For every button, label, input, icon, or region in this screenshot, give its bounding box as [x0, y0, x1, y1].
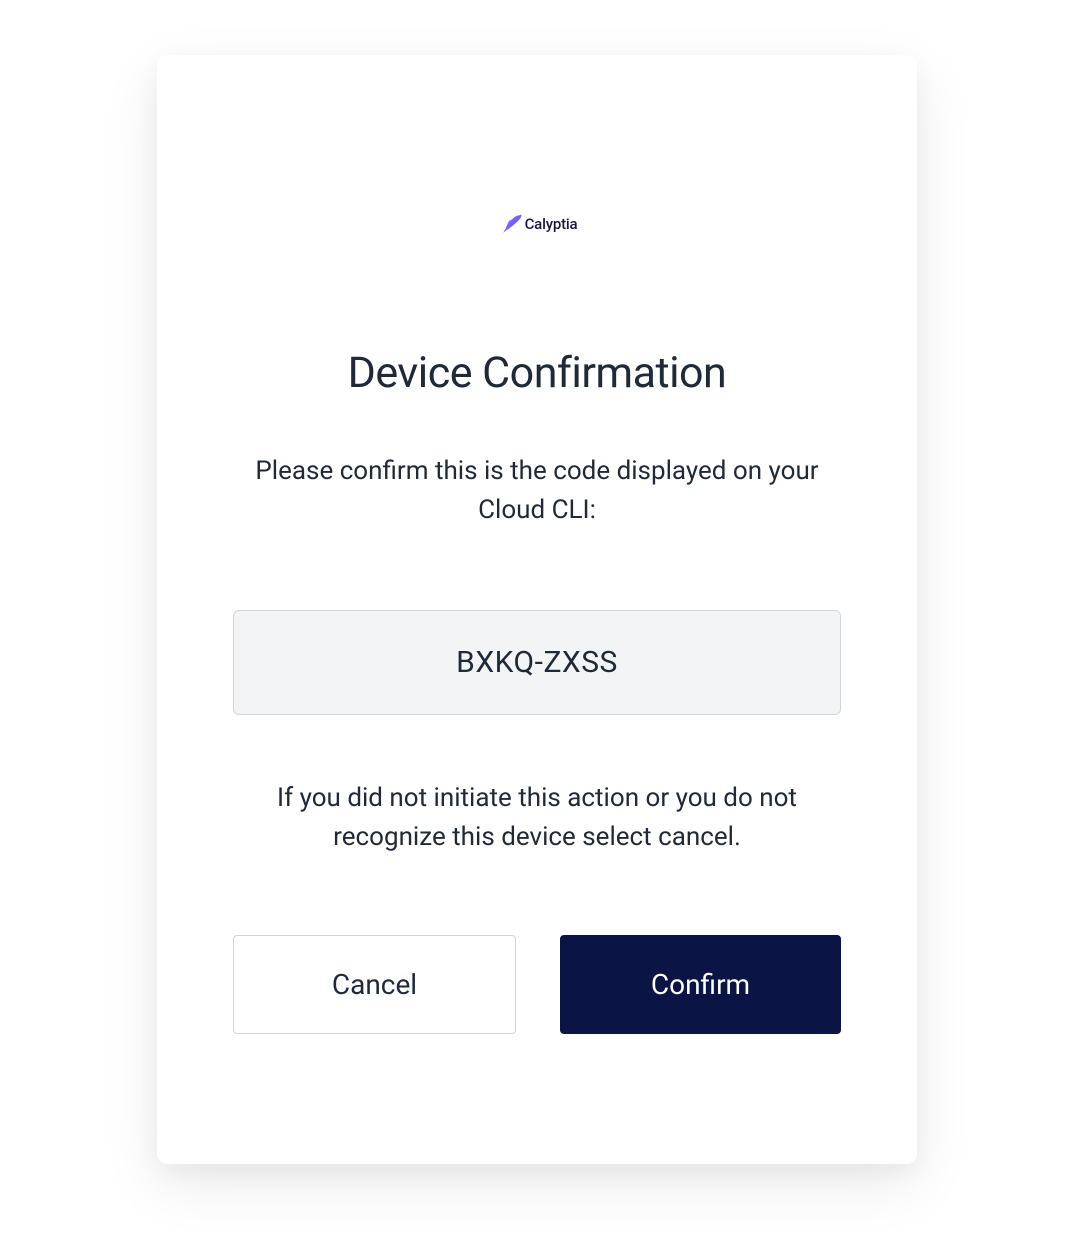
warning-text: If you did not initiate this action or y…	[257, 779, 817, 857]
device-code-display: BXKQ-ZXSS	[233, 610, 841, 715]
instruction-text: Please confirm this is the code displaye…	[237, 452, 837, 530]
button-row: Cancel Confirm	[233, 935, 841, 1034]
brand-name: Calyptia	[525, 215, 578, 233]
brand-logo: Calyptia	[497, 210, 578, 238]
page-title: Device Confirmation	[348, 348, 727, 398]
hummingbird-icon	[497, 210, 525, 238]
cancel-button[interactable]: Cancel	[233, 935, 516, 1034]
confirm-button[interactable]: Confirm	[560, 935, 841, 1034]
device-confirmation-card: Calyptia Device Confirmation Please conf…	[157, 55, 917, 1164]
